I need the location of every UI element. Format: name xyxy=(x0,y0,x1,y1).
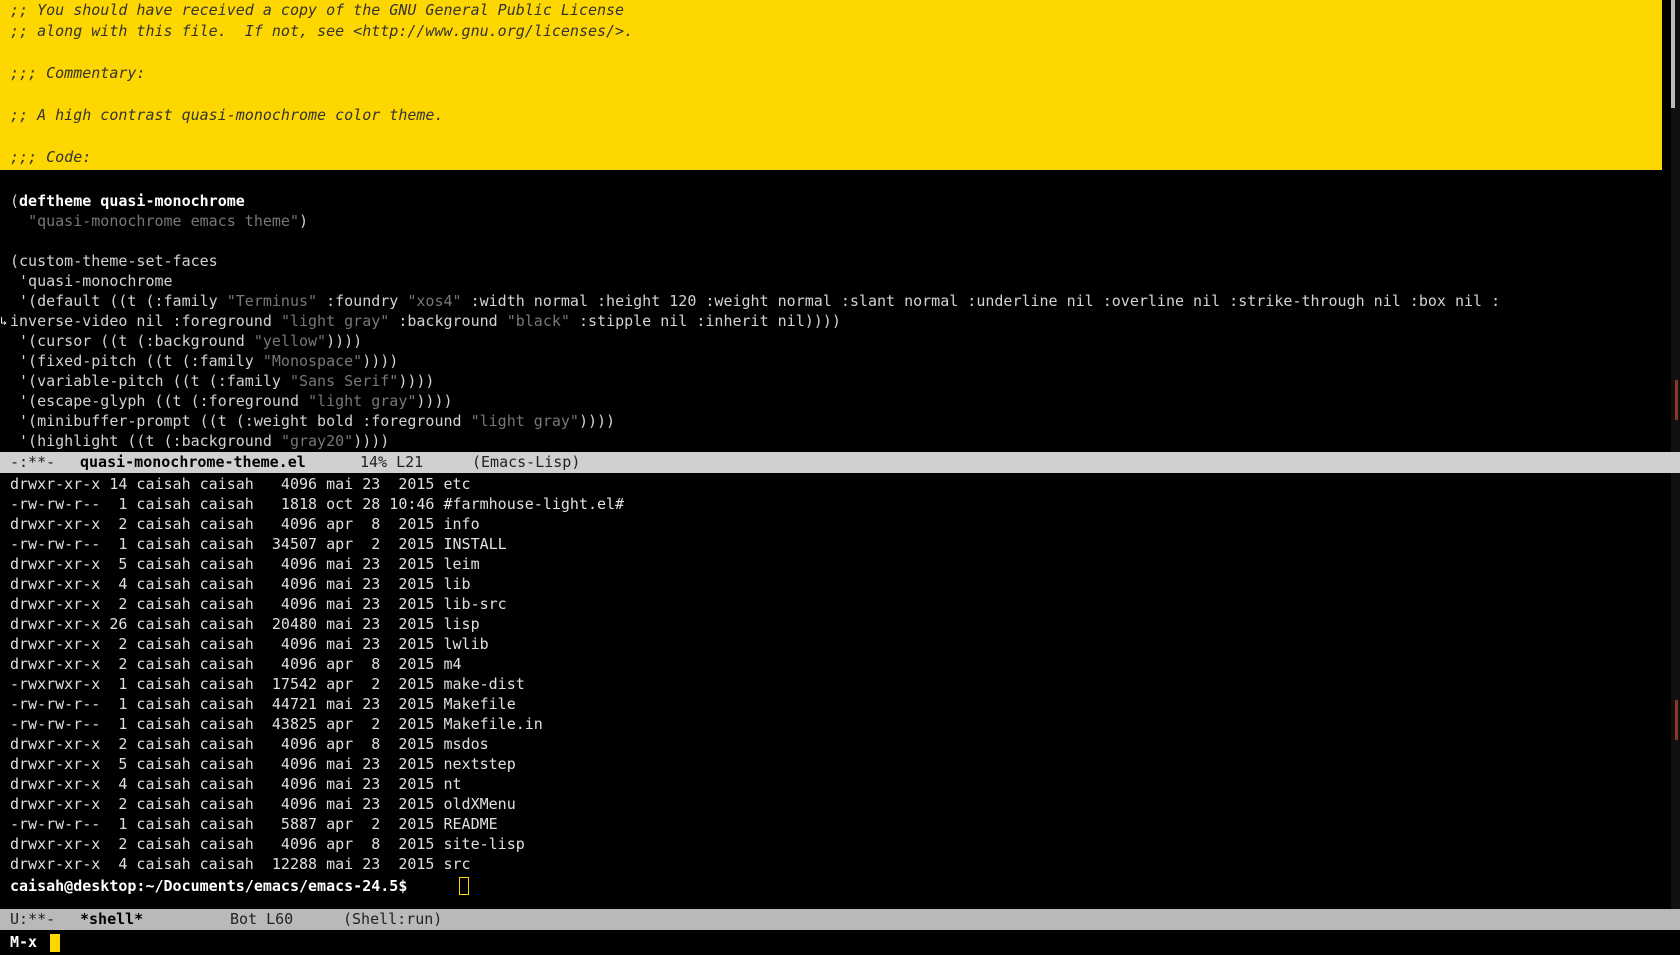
shell-output-line: drwxr-xr-x 4 caisah caisah 4096 mai 23 2… xyxy=(10,775,462,793)
code-text: '(fixed-pitch ((t (:family xyxy=(10,352,263,370)
editor-scrollbar-thumb[interactable] xyxy=(1671,0,1675,108)
shell-output-line: -rw-rw-r-- 1 caisah caisah 34507 apr 2 2… xyxy=(10,535,507,553)
shell-output-line: drwxr-xr-x 2 caisah caisah 4096 mai 23 2… xyxy=(10,795,516,813)
code-string: "gray20" xyxy=(280,432,354,450)
shell-output-line: drwxr-xr-x 2 caisah caisah 4096 apr 8 20… xyxy=(10,735,489,753)
code-text: '(minibuffer-prompt ((t (:weight bold :f… xyxy=(10,412,471,430)
code-text: )))) xyxy=(362,352,399,370)
code-line-fixed-pitch: '(fixed-pitch ((t (:family "Monospace"))… xyxy=(10,351,398,371)
comment-line: ;;; Code: xyxy=(10,148,92,166)
code-string: "Monospace" xyxy=(262,352,363,370)
comment-line: ;;; Commentary: xyxy=(10,64,146,82)
minibuffer-prompt: M-x xyxy=(10,933,38,951)
minibuffer-cursor[interactable] xyxy=(50,934,60,952)
code-line-cursor: '(cursor ((t (:background "yellow")))) xyxy=(10,331,362,351)
shell-output-line: drwxr-xr-x 5 caisah caisah 4096 mai 23 2… xyxy=(10,555,480,573)
code-string: "light gray" xyxy=(470,412,579,430)
code-line-default-2: inverse-video nil :foreground "light gra… xyxy=(10,311,841,331)
mode-line-buffer-name[interactable]: quasi-monochrome-theme.el xyxy=(80,452,306,473)
code-line-highlight: '(highlight ((t (:background "gray20")))… xyxy=(10,431,389,451)
code-text: )))) xyxy=(398,372,435,390)
code-text: :foundry xyxy=(317,292,408,310)
mode-line-editor[interactable]: -:**- quasi-monochrome-theme.el 14% L21 … xyxy=(0,452,1680,473)
mode-line-shell[interactable]: U:**- *shell* Bot L60 (Shell:run) xyxy=(0,909,1680,930)
code-line-custom-set: (custom-theme-set-faces xyxy=(10,252,218,270)
code-line-deftheme-doc: "quasi-monochrome emacs theme") xyxy=(28,212,309,230)
code-text: '(default ((t (:family xyxy=(10,292,227,310)
deftheme-keyword: deftheme quasi-monochrome xyxy=(19,192,245,210)
comment-line: ;; A high contrast quasi-monochrome colo… xyxy=(10,106,444,124)
code-string: "Sans Serif" xyxy=(289,372,399,390)
code-line-deftheme: (deftheme quasi-monochrome xyxy=(10,192,245,210)
shell-output-line: drwxr-xr-x 26 caisah caisah 20480 mai 23… xyxy=(10,615,480,633)
mode-line-status: -:**- xyxy=(10,453,56,471)
shell-prompt: caisah@desktop:~/Documents/emacs/emacs-2… xyxy=(10,877,417,895)
fringe-marker xyxy=(1675,380,1678,420)
mode-line-position: Bot L60 xyxy=(230,910,294,928)
shell-output-line: drwxr-xr-x 2 caisah caisah 4096 mai 23 2… xyxy=(10,595,507,613)
code-text: inverse-video nil :foreground xyxy=(10,312,281,330)
code-text: )))) xyxy=(416,392,453,410)
code-line-theme-quote: 'quasi-monochrome xyxy=(10,272,173,290)
shell-output-line: drwxr-xr-x 4 caisah caisah 4096 mai 23 2… xyxy=(10,575,471,593)
code-text: :stipple nil :inherit nil)))) xyxy=(569,312,841,330)
code-text: :background xyxy=(389,312,507,330)
code-text: '(cursor ((t (:background xyxy=(10,332,254,350)
shell-output-line: drwxr-xr-x 2 caisah caisah 4096 apr 8 20… xyxy=(10,655,462,673)
shell-output-line: -rw-rw-r-- 1 caisah caisah 43825 apr 2 2… xyxy=(10,715,543,733)
shell-output-line: drwxr-xr-x 2 caisah caisah 4096 apr 8 20… xyxy=(10,515,480,533)
code-text: '(variable-pitch ((t (:family xyxy=(10,372,290,390)
code-text: '(escape-glyph ((t (:foreground xyxy=(10,392,309,410)
shell-output-line: -rw-rw-r-- 1 caisah caisah 44721 mai 23 … xyxy=(10,695,516,713)
code-string: "light gray" xyxy=(308,392,417,410)
shell-output-line: -rw-rw-r-- 1 caisah caisah 1818 oct 28 1… xyxy=(10,495,625,513)
code-text: )))) xyxy=(578,412,616,430)
code-line-escape-glyph: '(escape-glyph ((t (:foreground "light g… xyxy=(10,391,453,411)
code-line-minibuffer-prompt: '(minibuffer-prompt ((t (:weight bold :f… xyxy=(10,411,615,431)
fringe-marker xyxy=(1675,700,1678,740)
code-line-default-1: '(default ((t (:family "Terminus" :found… xyxy=(10,291,1500,311)
code-string: "yellow" xyxy=(253,332,327,350)
shell-output-line: drwxr-xr-x 14 caisah caisah 4096 mai 23 … xyxy=(10,475,471,493)
mode-line-buffer-name[interactable]: *shell* xyxy=(80,909,143,930)
code-text: '(highlight ((t (:background xyxy=(10,432,281,450)
code-string: "light gray" xyxy=(280,312,390,330)
code-line-variable-pitch: '(variable-pitch ((t (:family "Sans Seri… xyxy=(10,371,434,391)
shell-output-line: drwxr-xr-x 2 caisah caisah 4096 mai 23 2… xyxy=(10,635,489,653)
shell-scrollbar[interactable] xyxy=(1671,473,1680,909)
code-text: :width normal :height 120 :weight normal… xyxy=(461,292,1501,310)
mode-line-status: U:**- xyxy=(10,910,56,928)
mode-line-position: 14% L21 xyxy=(360,453,424,471)
comment-line: ;; along with this file. If not, see <ht… xyxy=(10,22,634,40)
code-text: )))) xyxy=(326,332,363,350)
code-string: "quasi-monochrome emacs theme" xyxy=(28,212,299,230)
mode-line-major-mode[interactable]: (Emacs-Lisp) xyxy=(472,452,580,473)
editor-window[interactable]: ;; You should have received a copy of th… xyxy=(0,0,1662,452)
shell-output-line: drwxr-xr-x 4 caisah caisah 12288 mai 23 … xyxy=(10,855,471,873)
shell-output-line: drwxr-xr-x 5 caisah caisah 4096 mai 23 2… xyxy=(10,755,516,773)
mode-line-major-mode[interactable]: (Shell:run) xyxy=(343,909,442,930)
line-wrap-left-icon: ↳ xyxy=(0,314,8,328)
shell-output-line: -rw-rw-r-- 1 caisah caisah 5887 apr 2 20… xyxy=(10,815,498,833)
code-string: "Terminus" xyxy=(226,292,318,310)
shell-cursor[interactable] xyxy=(459,877,469,895)
shell-output-line: -rwxrwxr-x 1 caisah caisah 17542 apr 2 2… xyxy=(10,675,525,693)
shell-output-line: drwxr-xr-x 2 caisah caisah 4096 apr 8 20… xyxy=(10,835,525,853)
code-string: "xos4" xyxy=(407,292,462,310)
shell-window[interactable]: drwxr-xr-x 14 caisah caisah 4096 mai 23 … xyxy=(0,473,1668,909)
minibuffer[interactable]: M-x xyxy=(0,930,1680,955)
comment-line: ;; You should have received a copy of th… xyxy=(10,1,625,19)
code-string: "black" xyxy=(506,312,570,330)
code-text: )))) xyxy=(353,432,390,450)
